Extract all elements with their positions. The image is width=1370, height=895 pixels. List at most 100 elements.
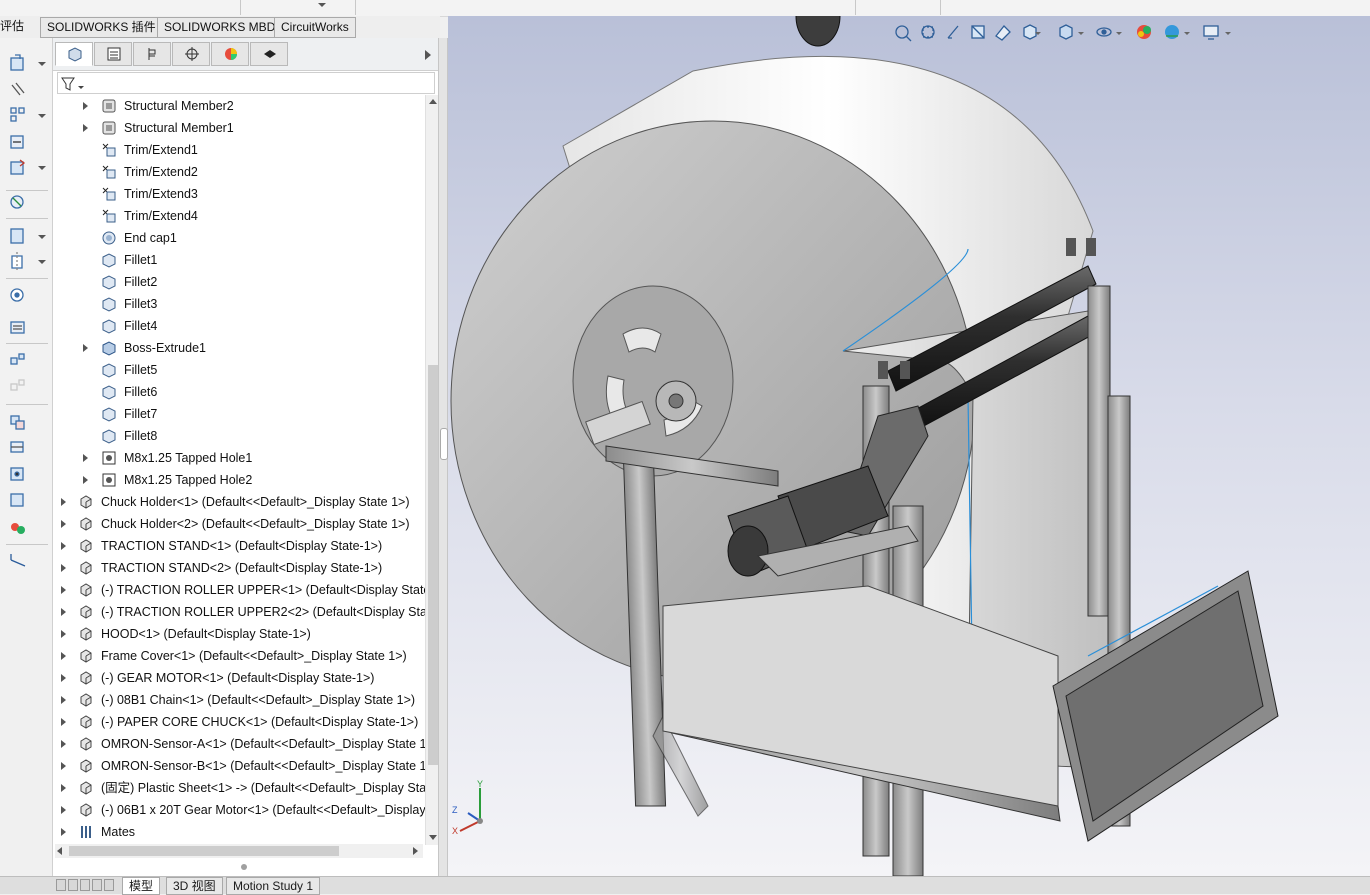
- mate-icon[interactable]: [11, 82, 25, 96]
- tab-3d-views[interactable]: 3D 视图: [166, 877, 223, 895]
- component-tree-item[interactable]: (-) 06B1 x 20T Gear Motor<1> (Default<<D…: [53, 799, 425, 821]
- first-tab-nav-icon[interactable]: [56, 879, 66, 891]
- expand-arrow-icon[interactable]: [61, 828, 66, 836]
- expand-arrow-icon[interactable]: [61, 586, 66, 594]
- large-assembly-icon[interactable]: [10, 493, 24, 507]
- feature-tree-item[interactable]: Structural Member2: [53, 95, 425, 117]
- mates-tree-item[interactable]: Mates: [53, 821, 425, 843]
- expand-arrow-icon[interactable]: [83, 124, 88, 132]
- interference-detection-icon[interactable]: [10, 415, 25, 430]
- linear-pattern-icon[interactable]: [10, 107, 25, 122]
- section-view-icon[interactable]: [971, 25, 985, 39]
- hide-show-items-icon[interactable]: [1096, 27, 1112, 37]
- component-tree-item[interactable]: Chuck Holder<1> (Default<<Default>_Displ…: [53, 491, 425, 513]
- feature-tree-item[interactable]: End cap1: [53, 227, 425, 249]
- reference-geometry-icon[interactable]: [11, 252, 23, 272]
- feature-tree-item[interactable]: Fillet7: [53, 403, 425, 425]
- feature-tree-item[interactable]: Trim/Extend1: [53, 139, 425, 161]
- feature-tree-item[interactable]: Boss-Extrude1: [53, 337, 425, 359]
- feature-tree-item[interactable]: Fillet2: [53, 271, 425, 293]
- zoom-to-area-icon[interactable]: [921, 25, 935, 39]
- tab-feature-manager[interactable]: [55, 42, 93, 66]
- insert-component-icon[interactable]: [10, 54, 24, 71]
- hole-alignment-icon[interactable]: [10, 467, 24, 481]
- chevron-down-icon[interactable]: [1078, 32, 1084, 35]
- tree-horizontal-scrollbar[interactable]: [55, 844, 423, 858]
- tab-configuration-manager[interactable]: [133, 42, 171, 66]
- filter-icon[interactable]: [61, 76, 85, 92]
- tab-cam-manager[interactable]: [250, 42, 288, 66]
- expand-arrow-icon[interactable]: [61, 784, 66, 792]
- chevron-down-icon[interactable]: [318, 3, 326, 7]
- feature-tree-item[interactable]: Trim/Extend4: [53, 205, 425, 227]
- component-tree-item[interactable]: TRACTION STAND<2> (Default<Display State…: [53, 557, 425, 579]
- zoom-to-fit-icon[interactable]: [895, 25, 912, 42]
- clearance-verification-icon[interactable]: [10, 441, 24, 453]
- feature-tree-item[interactable]: Fillet8: [53, 425, 425, 447]
- expand-arrow-icon[interactable]: [83, 476, 88, 484]
- chevron-down-icon[interactable]: [38, 235, 46, 239]
- feature-tree-item[interactable]: M8x1.25 Tapped Hole2: [53, 469, 425, 491]
- tab-dimxpert-manager[interactable]: [172, 42, 210, 66]
- expand-arrow-icon[interactable]: [61, 630, 66, 638]
- component-tree-item[interactable]: (-) 08B1 Chain<1> (Default<<Default>_Dis…: [53, 689, 425, 711]
- component-tree-item[interactable]: OMRON-Sensor-B<1> (Default<<Default>_Dis…: [53, 755, 425, 777]
- expand-arrow-icon[interactable]: [61, 762, 66, 770]
- expand-arrow-icon[interactable]: [61, 718, 66, 726]
- component-tree-item[interactable]: Chuck Holder<2> (Default<<Default>_Displ…: [53, 513, 425, 535]
- feature-tree-item[interactable]: Trim/Extend2: [53, 161, 425, 183]
- component-tree-item[interactable]: (固定) Plastic Sheet<1> -> (Default<<Defau…: [53, 777, 425, 799]
- chevron-down-icon[interactable]: [38, 166, 46, 170]
- component-tree-item[interactable]: TRACTION STAND<1> (Default<Display State…: [53, 535, 425, 557]
- feature-tree-item[interactable]: Trim/Extend3: [53, 183, 425, 205]
- exploded-view-icon[interactable]: [10, 353, 25, 365]
- expand-arrow-icon[interactable]: [83, 344, 88, 352]
- view-orientation-icon[interactable]: [1023, 24, 1037, 40]
- component-tree-item[interactable]: (-) TRACTION ROLLER UPPER2<2> (Default<D…: [53, 601, 425, 623]
- extra-tab-nav-icon[interactable]: [104, 879, 114, 891]
- apply-scene-icon[interactable]: [1165, 25, 1179, 39]
- feature-tree-item[interactable]: M8x1.25 Tapped Hole1: [53, 447, 425, 469]
- feature-tree-item[interactable]: Fillet4: [53, 315, 425, 337]
- chevron-down-icon[interactable]: [1225, 32, 1231, 35]
- component-tree-item[interactable]: (-) GEAR MOTOR<1> (Default<Display State…: [53, 667, 425, 689]
- move-component-icon[interactable]: [10, 159, 26, 175]
- assembly-features-icon[interactable]: [10, 228, 24, 244]
- component-tree-item[interactable]: HOOD<1> (Default<Display State-1>): [53, 623, 425, 645]
- panel-resize-grip[interactable]: [241, 864, 247, 870]
- panel-splitter[interactable]: [438, 38, 448, 876]
- expand-arrow-icon[interactable]: [61, 498, 66, 506]
- tab-model[interactable]: 模型: [122, 877, 161, 895]
- tab-evaluate[interactable]: 评估: [0, 17, 26, 36]
- component-tree-item[interactable]: Frame Cover<1> (Default<<Default>_Displa…: [53, 645, 425, 667]
- next-tab-nav-icon[interactable]: [80, 879, 90, 891]
- component-tree-item[interactable]: OMRON-Sensor-A<1> (Default<<Default>_Dis…: [53, 733, 425, 755]
- bill-of-materials-icon[interactable]: [10, 321, 25, 334]
- expand-arrow-icon[interactable]: [61, 696, 66, 704]
- chevron-down-icon[interactable]: [38, 114, 46, 118]
- expand-arrow-icon[interactable]: [61, 674, 66, 682]
- tab-solidworks-addins[interactable]: SOLIDWORKS 插件: [40, 17, 163, 38]
- assembly-visualization-icon[interactable]: [11, 523, 25, 534]
- chevron-down-icon[interactable]: [38, 260, 46, 264]
- tab-motion-study[interactable]: Motion Study 1: [226, 877, 321, 895]
- vertical-scroll-thumb[interactable]: [428, 365, 438, 765]
- tab-display-manager[interactable]: [211, 42, 249, 66]
- component-tree-item[interactable]: (-) TRACTION ROLLER UPPER<1> (Default<Di…: [53, 579, 425, 601]
- horizontal-scroll-thumb[interactable]: [69, 846, 339, 856]
- prev-tab-nav-icon[interactable]: [68, 879, 78, 891]
- tab-solidworks-mbd[interactable]: SOLIDWORKS MBD: [157, 17, 283, 38]
- feature-tree-item[interactable]: Fillet3: [53, 293, 425, 315]
- scroll-right-arrow-icon[interactable]: [413, 847, 418, 855]
- expand-arrow-icon[interactable]: [83, 102, 88, 110]
- edit-appearance-icon[interactable]: [1137, 25, 1151, 39]
- view-settings-icon[interactable]: [1203, 25, 1219, 40]
- expand-arrow-icon[interactable]: [61, 542, 66, 550]
- display-style-icon[interactable]: [1059, 24, 1073, 40]
- tab-circuitworks[interactable]: CircuitWorks: [274, 17, 356, 38]
- feature-tree-item[interactable]: Fillet1: [53, 249, 425, 271]
- scroll-up-arrow-icon[interactable]: [429, 99, 437, 104]
- chevron-down-icon[interactable]: [1116, 32, 1122, 35]
- expand-arrow-icon[interactable]: [61, 652, 66, 660]
- filter-bar[interactable]: [57, 72, 435, 94]
